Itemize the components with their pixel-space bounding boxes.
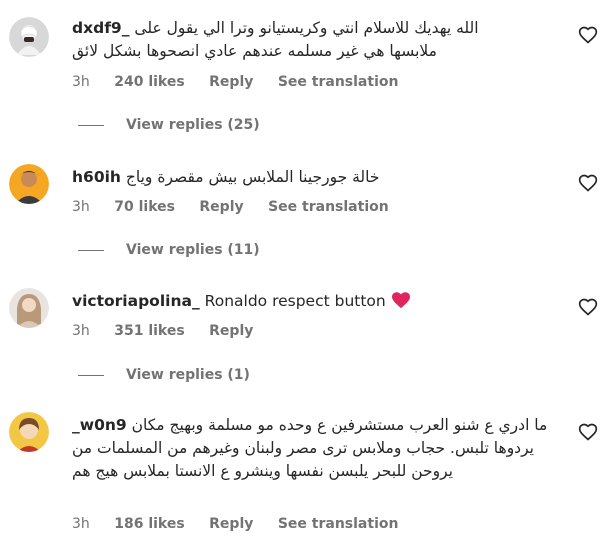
comment-body: dxdf9_ الله يهديك للاسلام انتي وكريستيان… bbox=[72, 17, 510, 63]
comment-meta: 3h 351 likes Reply bbox=[72, 323, 273, 339]
likes-count[interactable]: 240 likes bbox=[114, 74, 184, 90]
comment-text: خالة جورجينا الملابس بيش مقصرة وياج bbox=[125, 168, 380, 186]
avatar[interactable] bbox=[9, 164, 49, 204]
see-translation-button[interactable]: See translation bbox=[278, 74, 399, 90]
replies-divider bbox=[78, 374, 104, 376]
likes-count[interactable]: 186 likes bbox=[114, 516, 184, 532]
view-replies-button[interactable]: View replies (1) bbox=[78, 367, 250, 383]
reply-button[interactable]: Reply bbox=[209, 516, 253, 532]
comment-meta: 3h 70 likes Reply See translation bbox=[72, 199, 409, 215]
likes-count[interactable]: 351 likes bbox=[114, 323, 184, 339]
comment-text: الله يهديك للاسلام انتي وكريستيانو وترا … bbox=[72, 19, 479, 60]
view-replies-label: View replies (11) bbox=[126, 242, 260, 258]
comment-body: _w0n9 ما ادري ع شنو العرب مستشرفين ع وحد… bbox=[72, 414, 550, 483]
replies-divider bbox=[78, 124, 104, 126]
person-avatar-icon bbox=[9, 412, 49, 452]
like-heart-icon[interactable] bbox=[578, 173, 598, 193]
like-heart-icon[interactable] bbox=[578, 422, 598, 442]
person-avatar-icon bbox=[9, 17, 49, 57]
see-translation-button[interactable]: See translation bbox=[268, 199, 389, 215]
avatar[interactable] bbox=[9, 412, 49, 452]
view-replies-label: View replies (1) bbox=[126, 367, 250, 383]
red-heart-emoji-icon bbox=[391, 292, 410, 309]
comment-time: 3h bbox=[72, 74, 90, 90]
comment-time: 3h bbox=[72, 516, 90, 532]
replies-divider bbox=[78, 249, 104, 251]
comment-meta: 3h 186 likes Reply See translation bbox=[72, 516, 418, 532]
comment-meta: 3h 240 likes Reply See translation bbox=[72, 74, 418, 90]
comment-username[interactable]: h60ih bbox=[72, 168, 121, 186]
reply-button[interactable]: Reply bbox=[209, 323, 253, 339]
view-replies-button[interactable]: View replies (25) bbox=[78, 117, 260, 133]
comment-body: h60ih خالة جورجينا الملابس بيش مقصرة ويا… bbox=[72, 166, 402, 189]
reply-button[interactable]: Reply bbox=[199, 199, 243, 215]
comment-username[interactable]: dxdf9_ bbox=[72, 19, 129, 37]
comment-text: Ronaldo respect button bbox=[204, 292, 386, 310]
person-avatar-icon bbox=[9, 288, 49, 328]
comment-username[interactable]: _w0n9 bbox=[72, 416, 127, 434]
comment-text: ما ادري ع شنو العرب مستشرفين ع وحده مو م… bbox=[72, 416, 548, 480]
person-avatar-icon bbox=[9, 164, 49, 204]
view-replies-button[interactable]: View replies (11) bbox=[78, 242, 260, 258]
see-translation-button[interactable]: See translation bbox=[278, 516, 399, 532]
comment-body: victoriapolina_ Ronaldo respect button bbox=[72, 290, 522, 313]
avatar[interactable] bbox=[9, 288, 49, 328]
like-heart-icon[interactable] bbox=[578, 297, 598, 317]
avatar[interactable] bbox=[9, 17, 49, 57]
comment-username[interactable]: victoriapolina_ bbox=[72, 292, 200, 310]
reply-button[interactable]: Reply bbox=[209, 74, 253, 90]
like-heart-icon[interactable] bbox=[578, 25, 598, 45]
comment-time: 3h bbox=[72, 199, 90, 215]
comment-time: 3h bbox=[72, 323, 90, 339]
likes-count[interactable]: 70 likes bbox=[114, 199, 175, 215]
view-replies-label: View replies (25) bbox=[126, 117, 260, 133]
